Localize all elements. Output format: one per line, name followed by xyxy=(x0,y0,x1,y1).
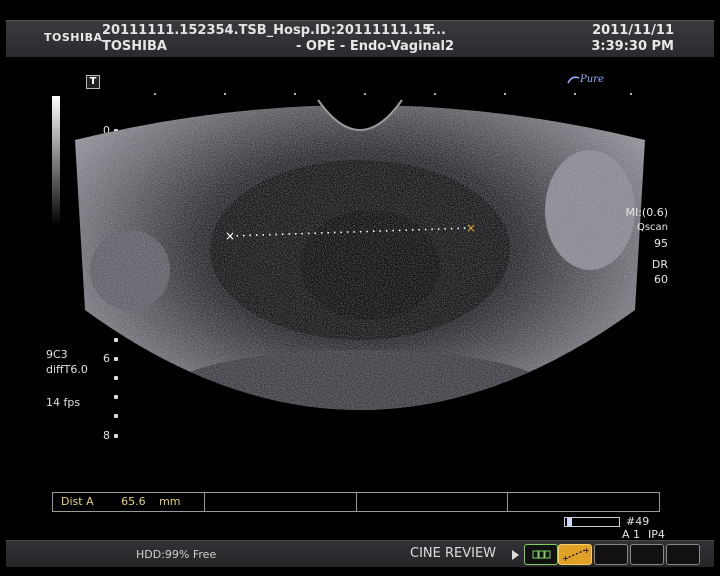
dynamic-range-value: 60 xyxy=(654,273,668,286)
measurement-label: Dist A xyxy=(61,495,94,508)
exam-time: 3:39:30 PM xyxy=(591,39,674,54)
cine-slider-thumb[interactable] xyxy=(567,518,573,526)
measurement-cell-4 xyxy=(508,493,659,511)
status-footer: HDD:99% Free CINE REVIEW + + xyxy=(6,540,714,567)
mechanical-index: MI:(0.6) xyxy=(625,206,668,219)
measurement-results-table: Dist A 65.6 mm xyxy=(52,492,660,512)
caliper-start-marker: × xyxy=(225,229,235,243)
play-icon[interactable] xyxy=(512,550,519,560)
cine-position-slider[interactable] xyxy=(564,517,620,527)
probe-name: 9C3 xyxy=(46,348,68,361)
ultrasound-image: × × xyxy=(75,99,645,410)
exam-preset: - OPE - Endo-Vaginal2 xyxy=(296,39,455,54)
institution-name: TOSHIBA xyxy=(102,39,167,54)
measurement-cell-3 xyxy=(357,493,509,511)
function-button-4[interactable] xyxy=(630,544,664,565)
measurement-cell-2 xyxy=(205,493,357,511)
measurement-value: 65.6 xyxy=(121,495,146,508)
svg-text:+: + xyxy=(562,554,569,563)
patient-sex: F xyxy=(426,23,435,38)
patient-id-line: 20111111.152354.TSB_Hosp.ID:20111111.15.… xyxy=(102,23,446,38)
patient-header: TOSHIBA 20111111.152354.TSB_Hosp.ID:2011… xyxy=(6,20,714,57)
dynamic-range-label: DR xyxy=(651,258,668,271)
qscan-label: Qscan xyxy=(636,222,668,233)
svg-text:+: + xyxy=(583,546,590,555)
qscan-value: 95 xyxy=(654,237,668,250)
film-strip-icon xyxy=(532,550,551,559)
measurement-unit: mm xyxy=(159,495,181,508)
caliper-end-marker: × xyxy=(466,221,476,235)
cine-loop-button[interactable] xyxy=(524,544,558,565)
caliper-icon: + + xyxy=(562,546,590,563)
grayscale-bar xyxy=(52,96,60,226)
qpure-swoosh-icon xyxy=(567,75,580,83)
function-button-3[interactable] xyxy=(594,544,628,565)
caliper-tool-button[interactable]: + + xyxy=(558,544,592,565)
measurement-cell-1: Dist A 65.6 mm xyxy=(53,493,205,511)
qpure-logo: Pure xyxy=(566,74,604,85)
transducer-orientation-badge: T xyxy=(86,75,100,89)
manufacturer-logo: TOSHIBA xyxy=(44,31,103,44)
function-button-5[interactable] xyxy=(666,544,700,565)
exam-date: 2011/11/11 xyxy=(592,23,674,38)
cine-review-label: CINE REVIEW xyxy=(410,546,497,561)
cine-frame-number: #49 xyxy=(626,515,650,528)
hdd-status: HDD:99% Free xyxy=(136,548,217,561)
